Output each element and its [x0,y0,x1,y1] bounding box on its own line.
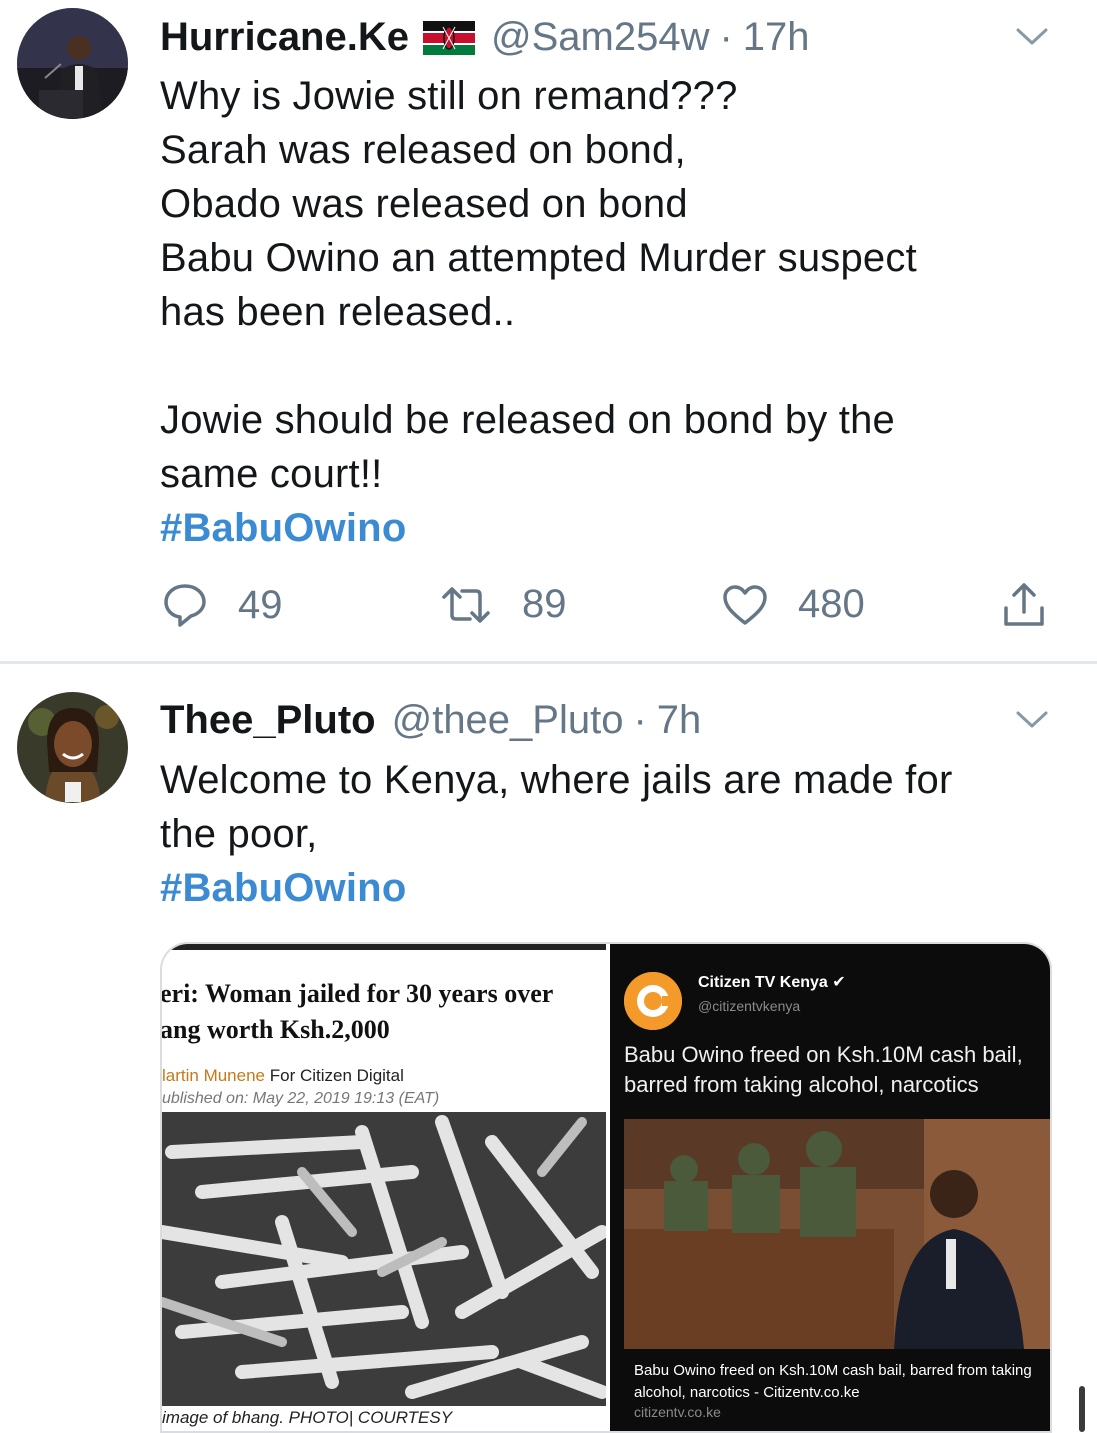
article-published: ublished on: May 22, 2019 19:13 (EAT) [162,1090,440,1107]
account-handle: @citizentvkenya [698,998,801,1014]
article-outlet: For Citizen Digital [265,1066,404,1085]
display-name[interactable]: Thee_Pluto [160,698,376,743]
link-card-domain: citizentv.co.ke [634,1404,721,1420]
tweet-header: Thee_Pluto @thee_Pluto · 7h [160,695,1017,745]
share-button[interactable] [1000,582,1078,628]
retweet-count: 89 [522,582,567,626]
link-card-title: Babu Owino freed on Ksh.10M cash bail, b… [634,1362,1032,1401]
reply-count: 49 [238,582,283,627]
timestamp[interactable]: 7h [657,698,702,743]
tweet-text-line: same court!! [160,452,383,496]
tweet-text-line: has been released.. [160,290,516,334]
tweet-text-line: Babu Owino an attempted Murder suspect [160,236,917,280]
separator: · [719,14,733,59]
article-headline-line: ang worth Ksh.2,000 [160,1015,390,1044]
avatar[interactable] [17,8,128,119]
article-byline: lartin Munene For Citizen Digital [162,1066,404,1086]
tweet[interactable]: Thee_Pluto @thee_Pluto · 7h Welcome to K… [0,665,1097,1433]
media-image-right[interactable]: Citizen TV Kenya ✔ @citizentvkenya Babu … [610,944,1050,1431]
courtroom-photo [624,1119,1050,1349]
share-icon [1004,583,1044,626]
separator: · [633,697,647,742]
like-count: 480 [798,582,865,626]
tweet-divider [0,661,1097,664]
tweet-text-line: Jowie should be released on bond by the [160,398,895,442]
tweet-actions: 49 89 480 [160,582,1060,638]
handle[interactable]: @thee_Pluto [392,698,624,743]
hashtag-link[interactable]: #BabuOwino [160,501,1037,555]
photo-caption: image of bhang. PHOTO| COURTESY [162,1408,453,1427]
citizen-tv-logo [624,972,682,1030]
avatar[interactable] [17,692,128,803]
timestamp[interactable]: 17h [743,15,810,60]
tweet-text-line: Obado was released on bond [160,182,688,226]
retweet-icon [442,586,490,623]
article-headline-line: eri: Woman jailed for 30 years over [160,979,554,1008]
kenya-flag-icon [422,20,475,55]
tweet-text: Welcome to Kenya, where jails are made f… [160,753,1037,915]
tweet-text: Why is Jowie still on remand??? Sarah wa… [160,69,1037,555]
display-name[interactable]: Hurricane.Ke [160,15,409,60]
tweet-text-line: Why is Jowie still on remand??? [160,74,738,118]
reply-button[interactable]: 49 [162,582,283,628]
handle[interactable]: @Sam254w [491,15,709,60]
tweet-header: Hurricane.Ke @Sam254w · 17h [160,12,1017,62]
article-top-bar [162,944,606,950]
embedded-post-text: Babu Owino freed on Ksh.10M cash bail, b… [624,1042,1023,1097]
chevron-down-icon[interactable] [1015,26,1049,48]
account-name: Citizen TV Kenya ✔ [698,972,846,992]
like-button[interactable]: 480 [722,582,865,627]
heart-icon [723,584,767,625]
chevron-down-icon[interactable] [1015,709,1049,731]
retweet-button[interactable]: 89 [440,582,567,627]
tweet[interactable]: Hurricane.Ke @Sam254w · 17h Why is Jowie… [0,0,1097,663]
tweet-text-line: Sarah was released on bond, [160,128,686,172]
tweet-text-line: the poor, [160,812,318,856]
media-image-left[interactable]: eri: Woman jailed for 30 years over ang … [160,944,606,1431]
article-photo [162,1112,606,1406]
tweet-text-line: Welcome to Kenya, where jails are made f… [160,758,953,802]
article-author: lartin Munene [162,1066,266,1085]
reply-icon [164,584,206,627]
article-headline: eri: Woman jailed for 30 years over ang … [160,976,600,1048]
hashtag-link[interactable]: #BabuOwino [160,861,1037,915]
scrollbar[interactable] [1079,1386,1085,1432]
media-grid: eri: Woman jailed for 30 years over ang … [160,942,1052,1433]
account-name-text: Citizen TV Kenya [698,974,828,991]
verified-icon: ✔ [832,974,846,991]
